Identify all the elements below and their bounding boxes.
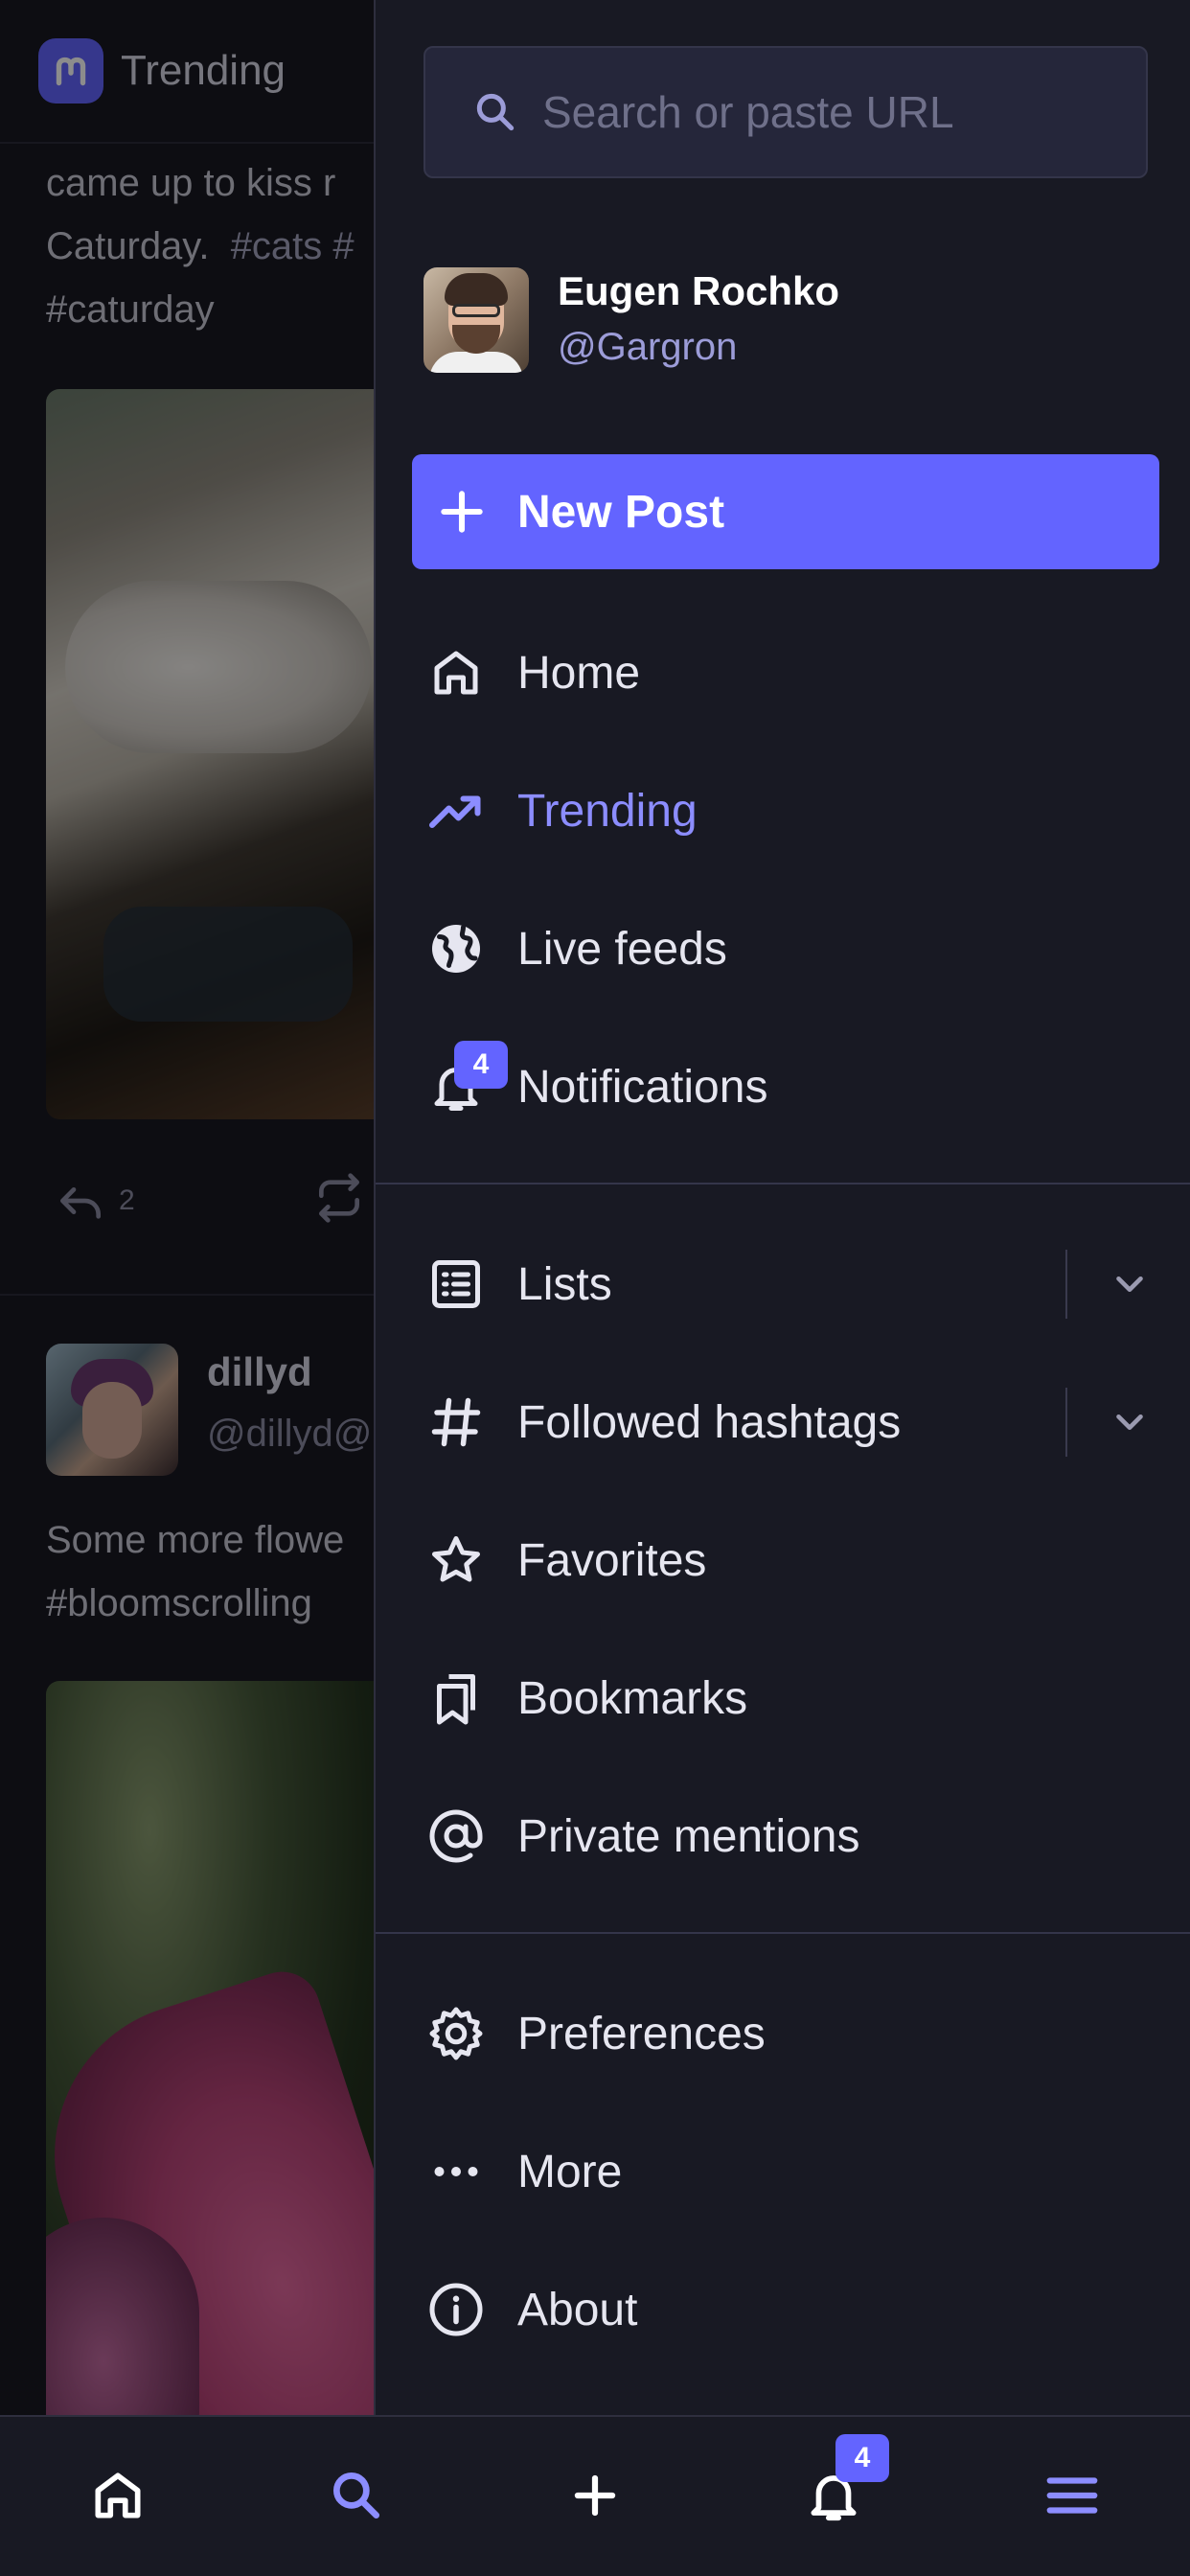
search-input[interactable] [542,86,1136,138]
section-divider [376,1932,1190,1934]
new-post-button[interactable]: New Post [412,454,1159,569]
nav-label: Bookmarks [517,1672,748,1724]
account-name: Eugen Rochko [558,268,840,313]
tab-search[interactable] [318,2457,395,2534]
nav-item-lists[interactable]: Lists [376,1227,1190,1342]
nav-label: More [517,2146,623,2197]
plus-icon [574,2474,616,2517]
nav-label: Notifications [517,1061,768,1113]
home-icon [95,2472,141,2518]
nav-item-notifications[interactable]: 4 Notifications [376,1029,1190,1144]
new-post-label: New Post [517,486,725,538]
gear-icon [425,2003,487,2064]
account-text: Eugen Rochko @Gargron [558,264,839,376]
tab-notifications[interactable]: 4 [795,2434,889,2534]
home-icon [425,642,487,703]
nav-item-private-mentions[interactable]: Private mentions [376,1779,1190,1894]
chevron-down-icon [1116,1414,1143,1431]
search-box[interactable] [423,46,1148,178]
info-icon [425,2279,487,2340]
notification-badge: 4 [454,1041,508,1089]
list-icon [425,1254,487,1315]
trending-icon [425,780,487,841]
bottom-tab-bar: 4 [0,2415,1190,2576]
more-icon [425,2141,487,2202]
avatar[interactable] [423,267,529,373]
nav-label: Trending [517,785,698,837]
nav-item-more[interactable]: More [376,2114,1190,2229]
avatar-hair [445,273,508,306]
search-icon [476,93,515,131]
nav-item-about[interactable]: About [376,2252,1190,2367]
tab-menu[interactable] [1034,2457,1110,2534]
bell-icon: 4 [425,1041,508,1117]
tab-compose[interactable] [557,2457,633,2534]
account-header[interactable]: Eugen Rochko @Gargron [423,264,839,376]
lists-expand-button[interactable] [1065,1250,1190,1319]
nav-label: Preferences [517,2008,766,2059]
nav-item-trending[interactable]: Trending [376,753,1190,868]
avatar-beard [452,325,500,354]
hashtag-icon [425,1392,487,1453]
chevron-down-icon [1116,1276,1143,1293]
nav-item-bookmarks[interactable]: Bookmarks [376,1641,1190,1756]
at-icon [425,1806,487,1867]
nav-label: Live feeds [517,923,727,975]
section-divider [376,1183,1190,1184]
nav-item-followed-hashtags[interactable]: Followed hashtags [376,1365,1190,1480]
nav-item-favorites[interactable]: Favorites [376,1503,1190,1618]
nav-item-home[interactable]: Home [376,615,1190,730]
star-icon [425,1530,487,1591]
nav-label: Lists [517,1258,612,1310]
nav-label: About [517,2284,638,2335]
hashtags-expand-button[interactable] [1065,1388,1190,1457]
search-icon [332,2472,380,2519]
bookmarks-icon [425,1668,487,1729]
nav-label: Home [517,647,641,699]
notification-badge: 4 [835,2434,889,2482]
avatar-glasses [452,304,500,317]
globe-icon [425,918,487,979]
avatar-shirt [429,352,523,373]
menu-icon [1046,2477,1098,2514]
tab-home[interactable] [80,2457,156,2534]
nav-item-preferences[interactable]: Preferences [376,1976,1190,2091]
nav-item-live-feeds[interactable]: Live feeds [376,891,1190,1006]
plus-icon [441,491,483,533]
nav-label: Favorites [517,1534,707,1586]
nav-label: Followed hashtags [517,1396,902,1448]
navigation-drawer: Eugen Rochko @Gargron New Post Home Tren… [374,0,1190,2415]
account-handle: @Gargron [558,326,738,368]
nav-label: Private mentions [517,1810,860,1862]
